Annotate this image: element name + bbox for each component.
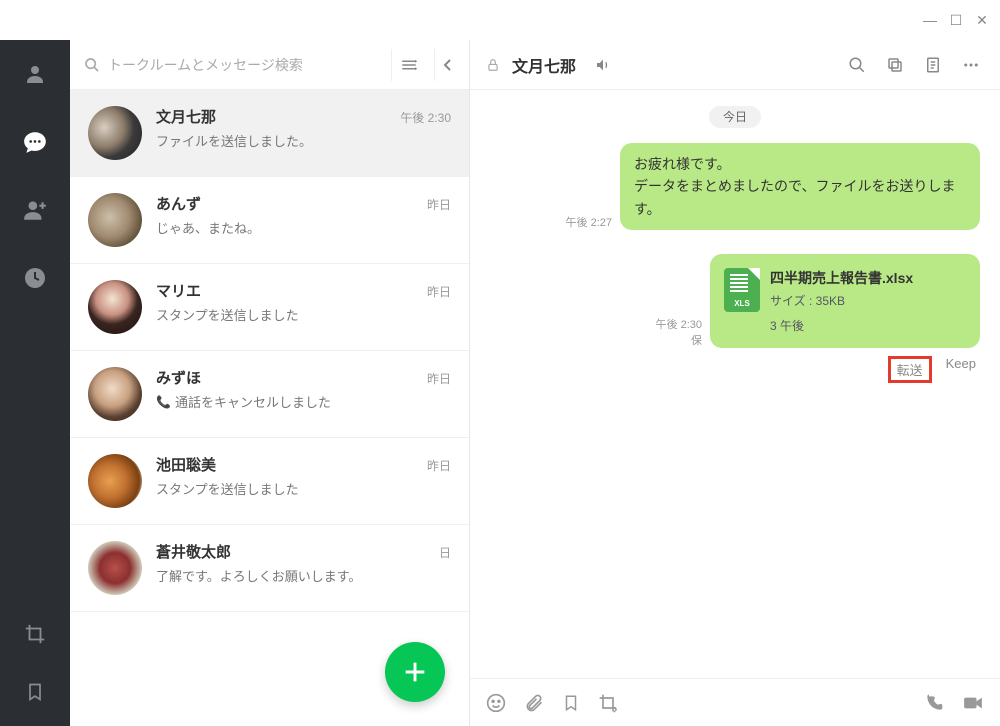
chat-time: 日 (439, 544, 451, 561)
more-icon[interactable] (958, 52, 984, 78)
avatar (88, 106, 142, 160)
chat-time: 昨日 (427, 370, 451, 387)
file-name: 四半期売上報告書.xlsx (770, 268, 966, 288)
chat-preview: じゃあ、またね。 (156, 218, 451, 237)
chat-preview: 了解です。よろしくお願いします。 (156, 566, 451, 585)
search-icon (84, 57, 100, 73)
call-icon: 📞 (156, 395, 171, 409)
chat-preview: ファイルを送信しました。 (156, 131, 451, 150)
clock-icon[interactable] (21, 264, 49, 292)
search-input[interactable] (108, 57, 383, 73)
avatar (88, 367, 142, 421)
chat-header: 文月七那 (470, 40, 1000, 90)
chat-preview: 📞通話をキャンセルしました (156, 392, 451, 411)
chat-pane: 文月七那 今日 午後 2:27 お疲れ様です。 データをまとめましたので、ファイ… (470, 40, 1000, 726)
forward-link[interactable]: 転送 (888, 356, 932, 383)
lock-icon (486, 57, 500, 73)
new-chat-fab[interactable] (385, 642, 445, 702)
chat-time: 昨日 (427, 196, 451, 213)
chat-name: 文月七那 (156, 106, 216, 127)
chat-item[interactable]: みずほ 昨日 📞通話をキャンセルしました (70, 351, 469, 438)
add-friend-icon[interactable] (21, 196, 49, 224)
video-call-icon[interactable] (962, 695, 984, 711)
chat-title: 文月七那 (512, 53, 576, 77)
file-bubble[interactable]: XLS 四半期売上報告書.xlsx サイズ : 35KB 3 午後 (710, 254, 980, 348)
copy-icon[interactable] (882, 52, 908, 78)
chat-time: 昨日 (427, 283, 451, 300)
avatar (88, 280, 142, 334)
emoji-icon[interactable] (486, 693, 506, 713)
file-size: サイズ : 35KB (770, 292, 966, 309)
avatar (88, 454, 142, 508)
chat-list: 文月七那午後 2:30 ファイルを送信しました。 あんず昨日 じゃあ、またね。 … (70, 90, 469, 726)
messages-area: 今日 午後 2:27 お疲れ様です。 データをまとめましたので、ファイルをお送り… (470, 90, 1000, 678)
chat-sidebar: 文月七那午後 2:30 ファイルを送信しました。 あんず昨日 じゃあ、またね。 … (70, 40, 470, 726)
chat-item[interactable]: マリエ 昨日 スタンプを送信しました (70, 264, 469, 351)
chat-item[interactable]: 文月七那 午後 2:30 ファイルを送信しました。 (70, 90, 469, 177)
xls-file-icon: XLS (724, 268, 760, 312)
message-composer (470, 678, 1000, 726)
chat-time: 午後 2:30 (400, 109, 451, 126)
speaker-icon[interactable] (594, 57, 612, 73)
message-row: 午後 2:27 お疲れ様です。 データをまとめましたので、ファイルをお送りします… (490, 143, 980, 230)
voice-call-icon[interactable] (924, 693, 944, 713)
chat-item[interactable]: 池田聡美 昨日 スタンプを送信しました (70, 438, 469, 525)
chat-name: マリエ (156, 280, 201, 301)
crop-icon[interactable] (21, 620, 49, 648)
avatar (88, 193, 142, 247)
message-time: 午後 2:27 (566, 214, 612, 230)
file-expiry: 3 午後 (770, 319, 804, 333)
composer-crop-icon[interactable] (598, 693, 618, 713)
chat-time: 昨日 (427, 457, 451, 474)
chat-item[interactable]: 蒼井敬太郎 日 了解です。よろしくお願いします。 (70, 525, 469, 612)
nav-rail (0, 40, 70, 726)
chat-item[interactable]: あんず 昨日 じゃあ、またね。 (70, 177, 469, 264)
search-chat-icon[interactable] (844, 52, 870, 78)
chat-preview: スタンプを送信しました (156, 305, 451, 324)
chat-icon[interactable] (21, 128, 49, 156)
chat-name: 蒼井敬太郎 (156, 541, 231, 562)
person-icon[interactable] (21, 60, 49, 88)
sort-icon[interactable] (391, 49, 426, 81)
chat-name: 池田聡美 (156, 454, 216, 475)
close-button[interactable]: ✕ (974, 12, 990, 28)
date-separator: 今日 (490, 108, 980, 125)
search-bar (70, 40, 469, 90)
message-row: 午後 2:30 保 XLS 四半期売上報告書.xlsx サイズ : 35KB 3… (490, 254, 980, 348)
collapse-sidebar-icon[interactable] (434, 49, 461, 81)
keep-link[interactable]: Keep (946, 356, 976, 383)
notes-icon[interactable] (920, 52, 946, 78)
file-actions: 転送 Keep (710, 356, 980, 383)
chat-name: みずほ (156, 367, 201, 388)
maximize-button[interactable]: ☐ (948, 12, 964, 28)
chat-preview: スタンプを送信しました (156, 479, 451, 498)
bookmark-icon[interactable] (21, 678, 49, 706)
minimize-button[interactable]: — (922, 12, 938, 28)
avatar (88, 541, 142, 595)
window-titlebar: — ☐ ✕ (0, 0, 1000, 40)
attachment-icon[interactable] (524, 693, 544, 713)
composer-bookmark-icon[interactable] (562, 693, 580, 713)
message-time: 午後 2:30 保 (656, 316, 702, 348)
chat-name: あんず (156, 193, 201, 214)
message-bubble[interactable]: お疲れ様です。 データをまとめましたので、ファイルをお送りします。 (620, 143, 980, 230)
